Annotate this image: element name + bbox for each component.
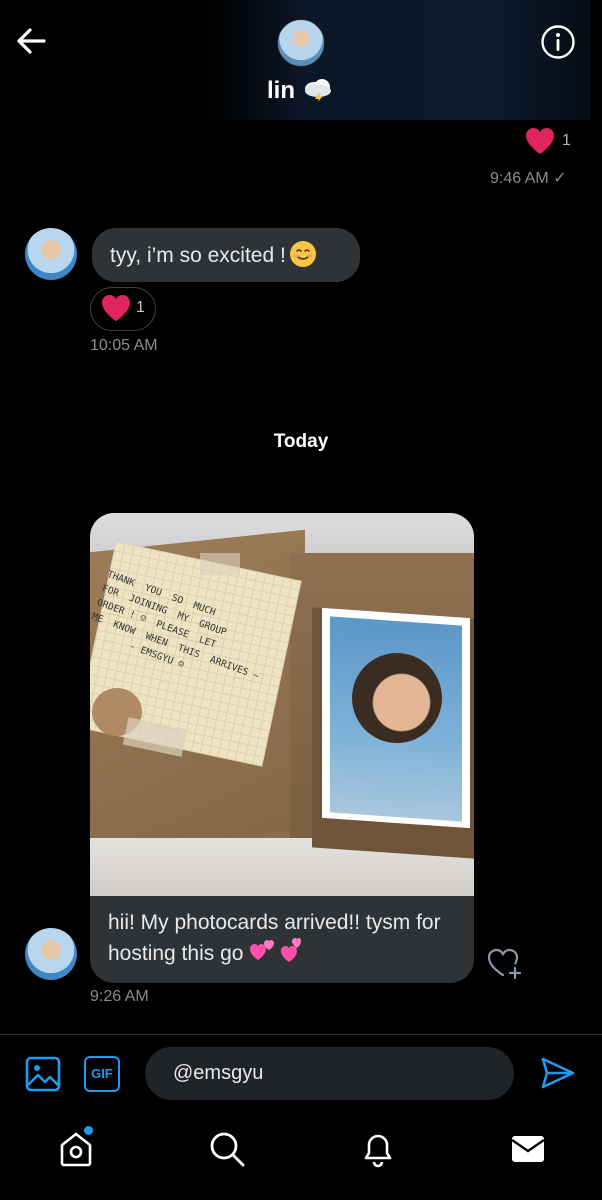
composer-divider (0, 1034, 602, 1035)
home-icon[interactable] (56, 1129, 96, 1169)
notifications-bell-icon[interactable] (360, 1130, 396, 1168)
back-arrow-icon[interactable] (14, 25, 50, 57)
contact-avatar[interactable] (277, 19, 325, 67)
reaction-count: 1 (562, 132, 571, 149)
sender-avatar[interactable] (25, 928, 77, 980)
message-text: hii! My photocards arrived!! tysm for ho… (108, 908, 468, 969)
messages-mail-icon[interactable] (510, 1133, 546, 1165)
cloud-lightning-icon (305, 79, 331, 101)
search-icon[interactable] (208, 1130, 246, 1168)
sender-avatar[interactable] (25, 228, 77, 280)
heart-icon[interactable] (524, 126, 556, 156)
message-timestamp: 9:46 AM ✓ (490, 170, 567, 187)
two-hearts-icon (250, 938, 302, 962)
smiling-face-icon (289, 241, 316, 267)
contact-name-label: lin (267, 77, 295, 104)
message-timestamp: 9:26 AM (90, 988, 149, 1005)
image-icon[interactable] (24, 1055, 62, 1093)
washi-tape (200, 553, 240, 575)
day-separator: Today (273, 431, 329, 452)
reaction-count: 1 (136, 299, 145, 316)
media-message-bubble[interactable]: THANK YOU SO MUCH FOR JOINING MY GROUP O… (90, 513, 474, 983)
message-timestamp: 10:05 AM (90, 337, 158, 354)
photocard-portrait (352, 653, 442, 743)
send-icon[interactable] (540, 1056, 576, 1090)
attached-photo[interactable]: THANK YOU SO MUCH FOR JOINING MY GROUP O… (90, 513, 474, 896)
notification-dot (84, 1126, 93, 1135)
message-text-content: tyy, i’m so excited ! (110, 244, 286, 267)
heart-icon (102, 295, 130, 321)
message-text: tyy, i’m so excited ! (110, 241, 316, 268)
message-input[interactable] (145, 1047, 514, 1100)
gif-button[interactable]: GIF (84, 1056, 120, 1092)
info-icon[interactable] (540, 24, 576, 60)
contact-name[interactable]: lin (0, 77, 602, 105)
add-reaction-icon[interactable] (486, 945, 524, 981)
